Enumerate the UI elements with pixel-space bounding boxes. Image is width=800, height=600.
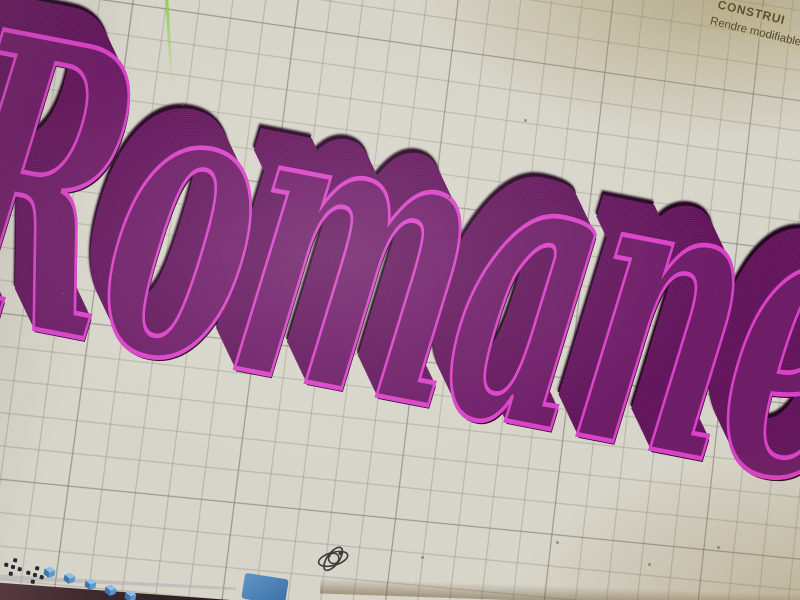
dust-speck: [717, 546, 720, 549]
dust-speck: [448, 196, 451, 199]
dust-speck: [648, 563, 651, 566]
extrude-feature-icon[interactable]: [122, 588, 139, 600]
orbit-cursor-icon[interactable]: [312, 540, 356, 579]
extrude-feature-icon[interactable]: [102, 582, 119, 598]
dust-speck: [556, 541, 559, 544]
dust-speck: [524, 119, 527, 122]
dust-speck: [421, 556, 424, 559]
extrude-feature-icon[interactable]: [41, 564, 58, 580]
move-cross-icon[interactable]: [10, 564, 16, 570]
cad-viewport: Romane CONSTRUI Rendre modifiable: [0, 0, 800, 600]
extrude-feature-icon[interactable]: [82, 576, 99, 592]
dust-speck: [62, 292, 65, 295]
extrude-feature-icon[interactable]: [61, 570, 78, 586]
move-cross-icon[interactable]: [32, 572, 38, 578]
dust-speck: [181, 103, 184, 106]
